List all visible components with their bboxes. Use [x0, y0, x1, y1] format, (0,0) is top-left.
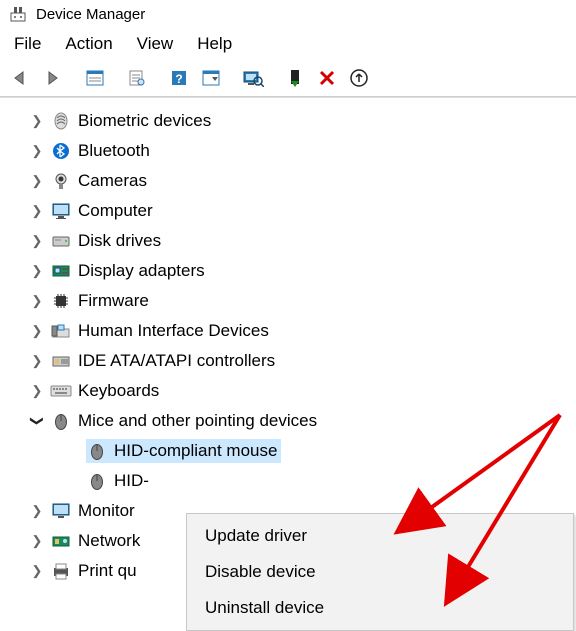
tree-node-label: Disk drives [78, 231, 161, 251]
computer-icon [50, 200, 72, 222]
back-button[interactable] [6, 64, 36, 92]
tree-node-label: IDE ATA/ATAPI controllers [78, 351, 275, 371]
forward-button[interactable] [38, 64, 68, 92]
chevron-right-icon[interactable]: ❯ [28, 203, 46, 219]
menu-bar: File Action View Help [0, 26, 576, 62]
chevron-right-icon[interactable]: ❯ [28, 263, 46, 279]
tree-node-label: Keyboards [78, 381, 159, 401]
device-manager-icon [8, 4, 28, 24]
tree-node-keyboards[interactable]: ❯ Keyboards [0, 376, 576, 406]
camera-icon [50, 170, 72, 192]
tree-node-firmware[interactable]: ❯ Firmware [0, 286, 576, 316]
enable-device-button[interactable] [280, 64, 310, 92]
tree-node-label: Print qu [78, 561, 137, 581]
tree-node-label: Mice and other pointing devices [78, 411, 317, 431]
tree-node-ide[interactable]: ❯ IDE ATA/ATAPI controllers [0, 346, 576, 376]
tree-node-bluetooth[interactable]: ❯ Bluetooth [0, 136, 576, 166]
properties-button[interactable] [122, 64, 152, 92]
network-icon [50, 530, 72, 552]
context-menu-update-driver[interactable]: Update driver [187, 518, 573, 554]
hid-icon [50, 320, 72, 342]
bluetooth-icon [50, 140, 72, 162]
window-title: Device Manager [36, 6, 145, 23]
chevron-right-icon[interactable]: ❯ [28, 503, 46, 519]
scan-hardware-button[interactable] [238, 64, 268, 92]
printer-icon [50, 560, 72, 582]
title-bar: Device Manager [0, 0, 576, 26]
mouse-icon [86, 470, 108, 492]
keyboard-icon [50, 380, 72, 402]
context-menu-uninstall-device[interactable]: Uninstall device [187, 590, 573, 626]
action-menu-button[interactable] [196, 64, 226, 92]
update-driver-button[interactable] [344, 64, 374, 92]
context-menu: Update driver Disable device Uninstall d… [186, 513, 574, 631]
menu-action[interactable]: Action [65, 34, 112, 54]
tree-node-hid-mouse-2[interactable]: HID- [0, 466, 576, 496]
tree-node-label: Monitor [78, 501, 135, 521]
biometric-icon [50, 110, 72, 132]
tree-node-mice[interactable]: ❯ Mice and other pointing devices [0, 406, 576, 436]
firmware-icon [50, 290, 72, 312]
tree-node-cameras[interactable]: ❯ Cameras [0, 166, 576, 196]
chevron-right-icon[interactable]: ❯ [28, 173, 46, 189]
tree-node-hid-mouse-1[interactable]: HID-compliant mouse [0, 436, 576, 466]
monitor-icon [50, 500, 72, 522]
chevron-right-icon[interactable]: ❯ [28, 293, 46, 309]
mouse-icon [86, 440, 108, 462]
svg-text:?: ? [175, 72, 182, 86]
tree-node-label: Network [78, 531, 140, 551]
menu-view[interactable]: View [137, 34, 174, 54]
ide-icon [50, 350, 72, 372]
tree-node-label: Display adapters [78, 261, 205, 281]
chevron-right-icon[interactable]: ❯ [28, 563, 46, 579]
menu-file[interactable]: File [14, 34, 41, 54]
tree-node-label: Human Interface Devices [78, 321, 269, 341]
chevron-right-icon[interactable]: ❯ [28, 233, 46, 249]
tree-node-display[interactable]: ❯ Display adapters [0, 256, 576, 286]
show-hide-console-tree-button[interactable] [80, 64, 110, 92]
tree-node-biometric[interactable]: ❯ Biometric devices [0, 106, 576, 136]
help-button[interactable]: ? [164, 64, 194, 92]
tree-node-computer[interactable]: ❯ Computer [0, 196, 576, 226]
tree-node-label: Computer [78, 201, 153, 221]
chevron-right-icon[interactable]: ❯ [28, 323, 46, 339]
tree-node-label: Cameras [78, 171, 147, 191]
tree-node-label: HID-compliant mouse [114, 441, 277, 461]
tree-node-label: Bluetooth [78, 141, 150, 161]
tree-node-label: Firmware [78, 291, 149, 311]
chevron-right-icon[interactable]: ❯ [28, 383, 46, 399]
uninstall-device-button[interactable] [312, 64, 342, 92]
tree-node-label: HID- [114, 471, 149, 491]
context-menu-disable-device[interactable]: Disable device [187, 554, 573, 590]
tree-node-hid[interactable]: ❯ Human Interface Devices [0, 316, 576, 346]
chevron-down-icon[interactable]: ❯ [29, 412, 45, 430]
chevron-right-icon[interactable]: ❯ [28, 113, 46, 129]
menu-help[interactable]: Help [197, 34, 232, 54]
display-adapter-icon [50, 260, 72, 282]
chevron-right-icon[interactable]: ❯ [28, 533, 46, 549]
disk-icon [50, 230, 72, 252]
chevron-right-icon[interactable]: ❯ [28, 353, 46, 369]
toolbar: ? [0, 62, 576, 96]
mouse-icon [50, 410, 72, 432]
chevron-right-icon[interactable]: ❯ [28, 143, 46, 159]
tree-node-label: Biometric devices [78, 111, 211, 131]
tree-node-diskdrives[interactable]: ❯ Disk drives [0, 226, 576, 256]
